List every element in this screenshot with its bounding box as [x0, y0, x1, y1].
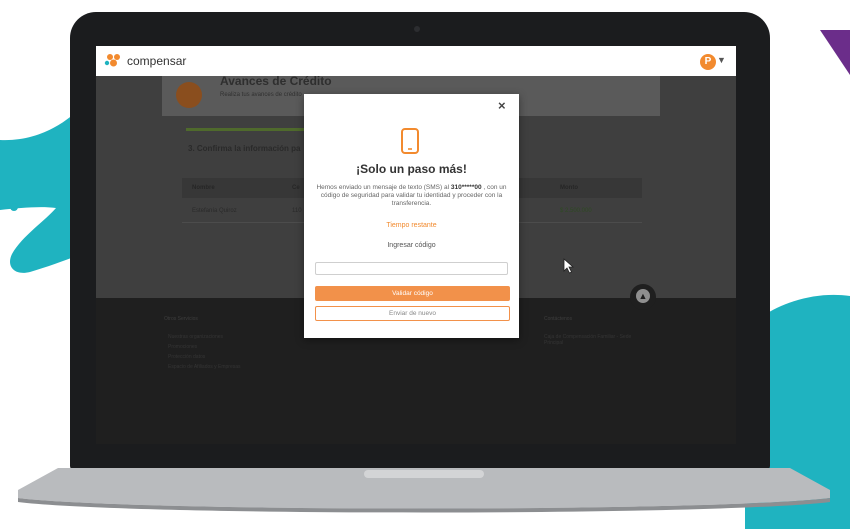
modal-message: Hemos enviado un mensaje de texto (SMS) …: [316, 184, 507, 207]
table-header-cell: Monto: [560, 185, 578, 191]
code-input[interactable]: [315, 262, 508, 275]
laptop-camera: [414, 26, 420, 32]
chevron-down-icon[interactable]: ▼: [717, 55, 726, 65]
footer-col-title: Otros Servicios: [164, 316, 198, 322]
avatar[interactable]: P: [700, 54, 716, 70]
section-title: Avances de Crédito: [220, 74, 332, 88]
footer-link[interactable]: Protección datos: [168, 354, 205, 360]
resend-code-button[interactable]: Enviar de nuevo: [315, 306, 510, 321]
modal-title: ¡Solo un paso más!: [356, 162, 467, 176]
validate-code-button[interactable]: Validar código: [315, 286, 510, 301]
close-icon[interactable]: ×: [498, 98, 506, 113]
phone-icon: [401, 128, 419, 154]
step-progress-bar: [186, 128, 306, 131]
laptop-base: [18, 468, 830, 513]
laptop-screen: compensar P ▼ Avances de Crédito Realiza…: [96, 46, 736, 444]
purple-triangle-decoration: [820, 30, 850, 75]
footer-link[interactable]: Nuestras organizaciones: [168, 334, 223, 340]
section-subtitle: Realiza tus avances de crédito: [220, 92, 302, 98]
brand-name: compensar: [127, 54, 187, 68]
masked-phone: 310*****00: [450, 184, 482, 191]
arrow-up-icon: ▲: [636, 289, 650, 303]
step-title: 3. Confirma la información pa: [188, 144, 301, 153]
table-cell: 110: [292, 208, 302, 214]
app-header: compensar P ▼: [96, 46, 736, 76]
table-header-cell: Nombre: [192, 185, 215, 191]
footer-text: Caja de Compensación Familiar - Sede Pri…: [544, 334, 632, 346]
table-header-cell: Ce: [292, 185, 300, 191]
table-cell: $ 2.500.000: [560, 208, 592, 214]
section-icon: [176, 82, 202, 108]
sms-verification-modal: × ¡Solo un paso más! Hemos enviado un me…: [304, 94, 519, 338]
footer-col-title: Contáctenos: [544, 316, 573, 322]
cursor-icon: [563, 258, 575, 274]
scroll-top-button[interactable]: ▲: [630, 284, 656, 310]
code-label: Ingresar código: [387, 242, 436, 249]
compensar-logo-icon: [104, 54, 120, 67]
footer-link[interactable]: Promociones: [168, 344, 197, 350]
timer-label: Tiempo restante: [386, 222, 437, 229]
table-cell: Estefanía Quiroz: [192, 208, 237, 214]
footer-link[interactable]: Espacio de Afiliados y Empresas: [168, 364, 241, 370]
